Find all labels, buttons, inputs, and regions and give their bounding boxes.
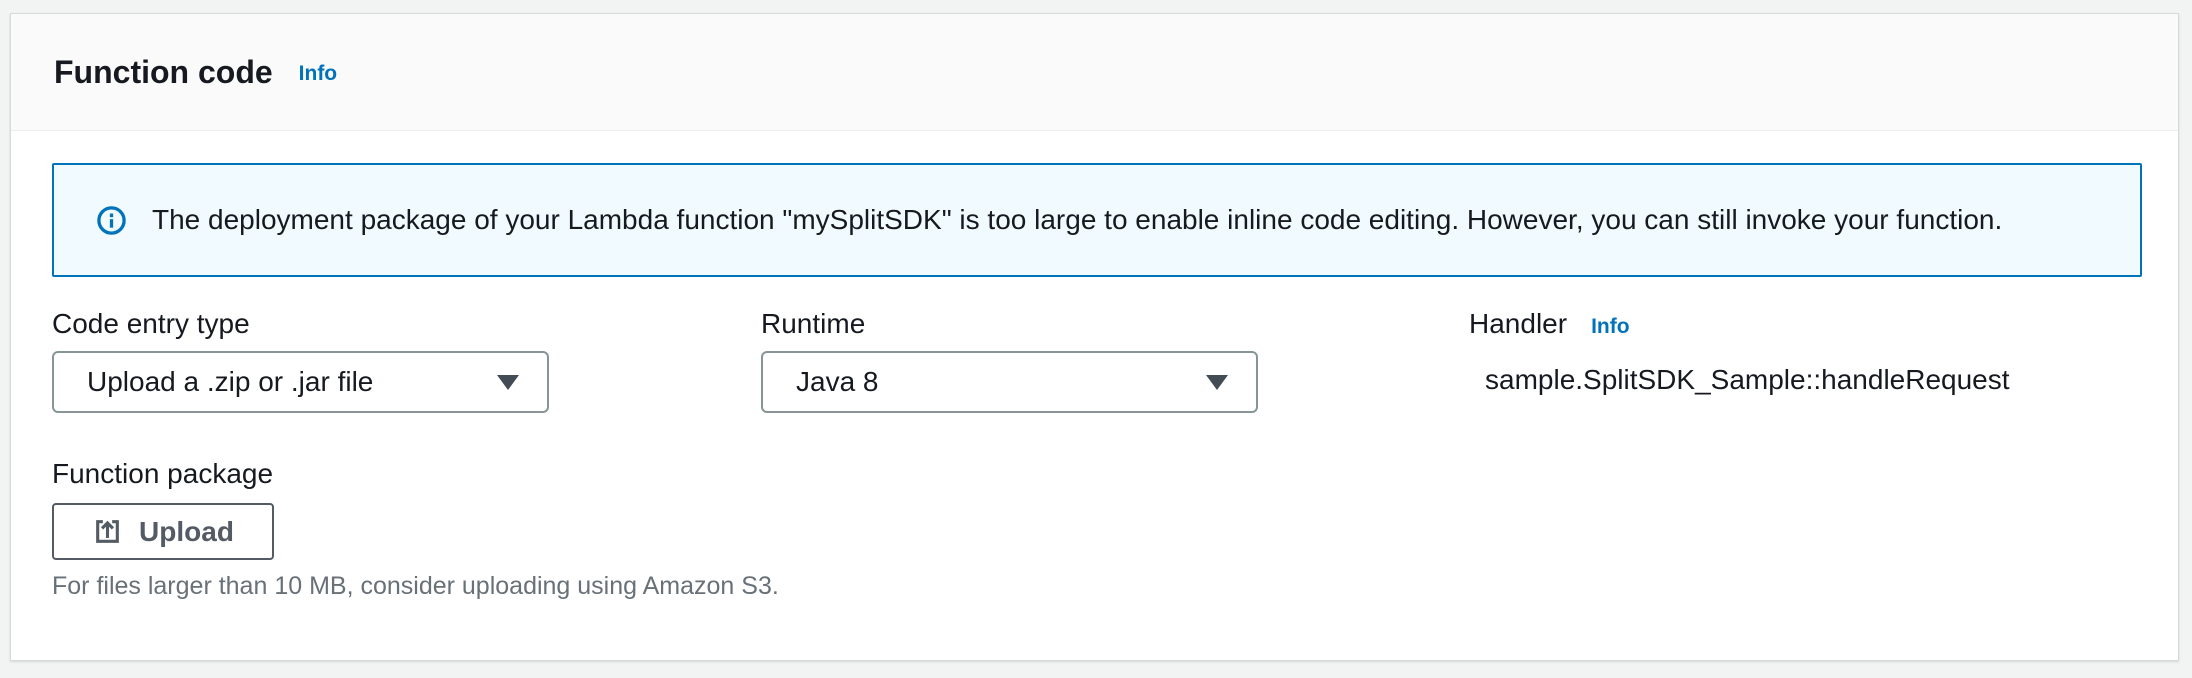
upload-icon [92,516,123,547]
code-entry-type-select[interactable]: Upload a .zip or .jar file [52,351,549,413]
handler-label-row: Handler Info [1469,308,1630,340]
lambda-function-code-page: Function code Info The deployment packag… [0,0,2192,678]
runtime-label: Runtime [761,308,865,340]
function-code-panel: Function code Info The deployment packag… [10,13,2179,661]
info-alert: The deployment package of your Lambda fu… [52,163,2142,277]
code-entry-type-value: Upload a .zip or .jar file [87,366,373,398]
panel-header: Function code Info [11,14,2178,131]
info-circle-icon [96,205,127,236]
upload-hint: For files larger than 10 MB, consider up… [52,572,779,601]
handler-label: Handler [1469,308,1567,340]
panel-body: The deployment package of your Lambda fu… [11,131,2178,660]
function-package-label: Function package [52,458,273,490]
panel-info-link[interactable]: Info [299,62,337,86]
runtime-value: Java 8 [796,366,879,398]
alert-message: The deployment package of your Lambda fu… [152,204,2002,236]
handler-input[interactable]: sample.SplitSDK_Sample::handleRequest [1485,364,2010,396]
code-entry-type-label: Code entry type [52,308,250,340]
handler-info-link[interactable]: Info [1591,315,1629,339]
upload-button-label: Upload [139,516,234,548]
panel-title: Function code [54,14,273,131]
chevron-down-icon [497,375,519,390]
runtime-select[interactable]: Java 8 [761,351,1258,413]
chevron-down-icon [1206,375,1228,390]
upload-button[interactable]: Upload [52,503,274,560]
